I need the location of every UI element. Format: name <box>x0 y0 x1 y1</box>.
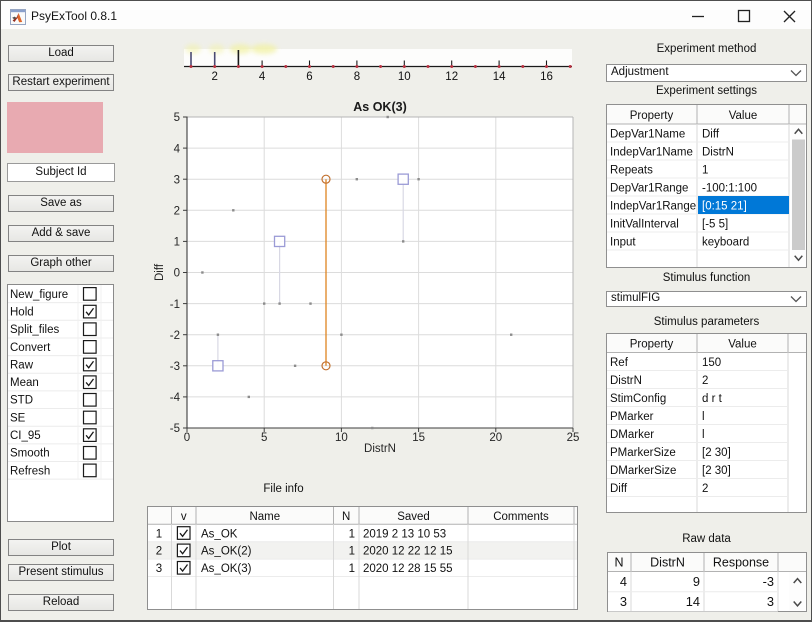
svg-text:DMarker: DMarker <box>610 429 654 441</box>
svg-text:DistrN: DistrN <box>702 146 734 158</box>
svg-text:DMarkerSize: DMarkerSize <box>610 465 676 477</box>
svg-text:-5: -5 <box>170 423 180 435</box>
svg-text:Convert: Convert <box>10 342 51 354</box>
svg-text:[-5 5]: [-5 5] <box>702 218 728 230</box>
svg-text:Split_files: Split_files <box>10 324 59 336</box>
svg-text:As OK(3): As OK(3) <box>353 100 406 114</box>
svg-text:2: 2 <box>702 483 708 495</box>
svg-text:Smooth: Smooth <box>10 448 50 460</box>
svg-text:As_OK(2): As_OK(2) <box>201 546 252 558</box>
svg-text:12: 12 <box>445 71 458 83</box>
svg-text:14: 14 <box>686 594 700 609</box>
svg-text:-3: -3 <box>763 574 774 589</box>
svg-text:keyboard: keyboard <box>702 236 749 248</box>
svg-text:Diff: Diff <box>154 263 166 281</box>
svg-text:Value: Value <box>729 110 758 122</box>
svg-text:5: 5 <box>174 112 180 124</box>
svg-text:l: l <box>702 411 705 423</box>
svg-text:1: 1 <box>174 237 180 249</box>
svg-text:Refresh: Refresh <box>10 465 50 477</box>
svg-text:0: 0 <box>174 268 180 280</box>
svg-text:N: N <box>342 511 350 523</box>
svg-text:14: 14 <box>493 71 506 83</box>
svg-text:IndepVar1Name: IndepVar1Name <box>610 146 693 158</box>
svg-text:1: 1 <box>702 164 708 176</box>
svg-text:Saved: Saved <box>397 511 430 523</box>
svg-text:DepVar1Name: DepVar1Name <box>610 128 685 140</box>
svg-text:3: 3 <box>620 594 627 609</box>
svg-text:1: 1 <box>156 528 162 540</box>
svg-text:10: 10 <box>335 432 348 444</box>
svg-text:1: 1 <box>349 563 355 575</box>
svg-text:25: 25 <box>567 432 580 444</box>
svg-text:As_OK: As_OK <box>201 528 238 540</box>
svg-text:PMarkerSize: PMarkerSize <box>610 447 676 459</box>
svg-text:N: N <box>614 556 623 570</box>
svg-text:IndepVar1Range: IndepVar1Range <box>610 200 696 212</box>
svg-text:-4: -4 <box>170 392 181 404</box>
svg-text:DistrN: DistrN <box>610 375 642 387</box>
svg-text:150: 150 <box>702 357 721 369</box>
svg-text:4: 4 <box>174 143 181 155</box>
svg-text:2: 2 <box>211 71 217 83</box>
svg-text:Comments: Comments <box>493 511 549 523</box>
svg-text:Repeats: Repeats <box>610 164 653 176</box>
svg-text:16: 16 <box>540 71 553 83</box>
svg-text:20: 20 <box>489 432 502 444</box>
svg-text:15: 15 <box>412 432 425 444</box>
svg-text:4: 4 <box>620 574 627 589</box>
svg-text:[2 30]: [2 30] <box>702 465 731 477</box>
svg-text:SE: SE <box>10 412 26 424</box>
svg-text:Hold: Hold <box>10 306 34 318</box>
svg-text:Diff: Diff <box>610 483 628 495</box>
svg-text:l: l <box>702 429 705 441</box>
svg-text:CI_95: CI_95 <box>10 430 41 442</box>
svg-text:2020 12 22 12 15: 2020 12 22 12 15 <box>363 546 453 558</box>
svg-text:2020 12 28 15 55: 2020 12 28 15 55 <box>363 563 453 575</box>
svg-text:Input: Input <box>610 236 636 248</box>
svg-text:Mean: Mean <box>10 377 39 389</box>
svg-text:STD: STD <box>10 395 33 407</box>
svg-text:0: 0 <box>184 432 190 444</box>
svg-text:InitValInterval: InitValInterval <box>610 218 679 230</box>
svg-text:1: 1 <box>349 546 355 558</box>
svg-text:9: 9 <box>693 574 700 589</box>
svg-text:4: 4 <box>259 71 266 83</box>
svg-text:-3: -3 <box>170 361 180 373</box>
svg-text:DepVar1Range: DepVar1Range <box>610 182 688 194</box>
svg-text:[2 30]: [2 30] <box>702 447 731 459</box>
svg-text:Property: Property <box>630 110 674 122</box>
svg-text:3: 3 <box>767 594 774 609</box>
svg-text:-2: -2 <box>170 330 180 342</box>
svg-text:d r t: d r t <box>702 393 723 405</box>
svg-text:As_OK(3): As_OK(3) <box>201 563 252 575</box>
svg-text:Ref: Ref <box>610 357 629 369</box>
svg-text:3: 3 <box>156 563 162 575</box>
svg-text:-100:1:100: -100:1:100 <box>702 182 757 194</box>
svg-text:8: 8 <box>354 71 360 83</box>
svg-text:Property: Property <box>630 339 674 351</box>
svg-text:Name: Name <box>249 511 280 523</box>
svg-text:Raw: Raw <box>10 359 34 371</box>
svg-text:1: 1 <box>349 528 355 540</box>
svg-text:Response: Response <box>713 556 769 570</box>
svg-text:v: v <box>181 511 187 523</box>
svg-text:2: 2 <box>702 375 708 387</box>
svg-text:2: 2 <box>174 206 180 218</box>
svg-text:[0:15 21]: [0:15 21] <box>702 200 747 212</box>
svg-text:3: 3 <box>174 174 180 186</box>
svg-text:DistrN: DistrN <box>364 443 396 455</box>
svg-text:-1: -1 <box>170 299 180 311</box>
svg-text:10: 10 <box>398 71 411 83</box>
svg-text:2: 2 <box>156 546 162 558</box>
svg-text:StimConfig: StimConfig <box>610 393 666 405</box>
svg-text:Diff: Diff <box>702 128 720 140</box>
svg-text:DistrN: DistrN <box>650 556 685 570</box>
svg-text:6: 6 <box>306 71 312 83</box>
svg-text:Value: Value <box>728 339 757 351</box>
svg-text:PMarker: PMarker <box>610 411 654 423</box>
svg-text:New_figure: New_figure <box>10 289 68 301</box>
svg-text:2019 2 13 10 53: 2019 2 13 10 53 <box>363 528 446 540</box>
svg-text:5: 5 <box>261 432 267 444</box>
